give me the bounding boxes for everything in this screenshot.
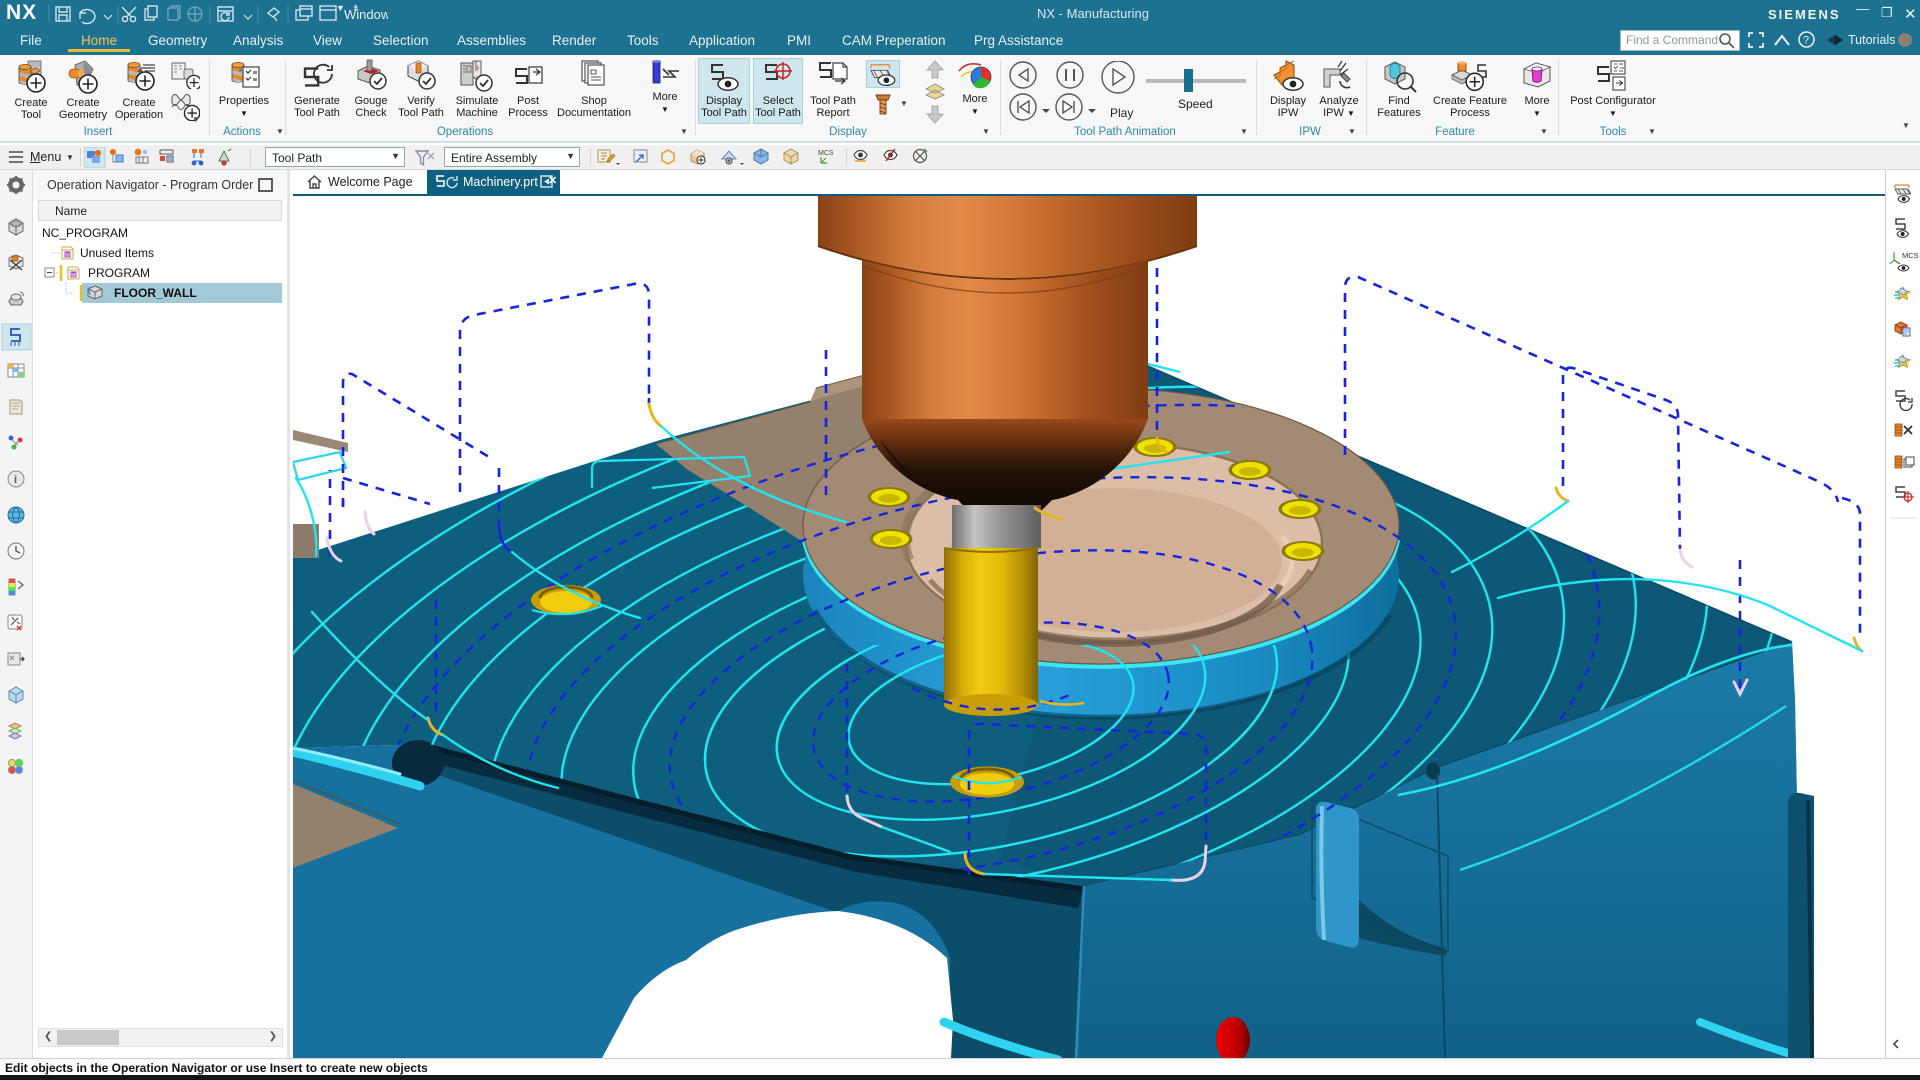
svg-text:?: ? [1803, 35, 1809, 47]
svg-text:Speed: Speed [1178, 97, 1213, 111]
svg-text:MCS: MCS [818, 150, 834, 157]
svg-text:Play: Play [1110, 106, 1133, 120]
svg-text:Window: Window [344, 7, 388, 22]
svg-text:MCS: MCS [1902, 251, 1919, 260]
svg-text:i: i [14, 474, 17, 486]
